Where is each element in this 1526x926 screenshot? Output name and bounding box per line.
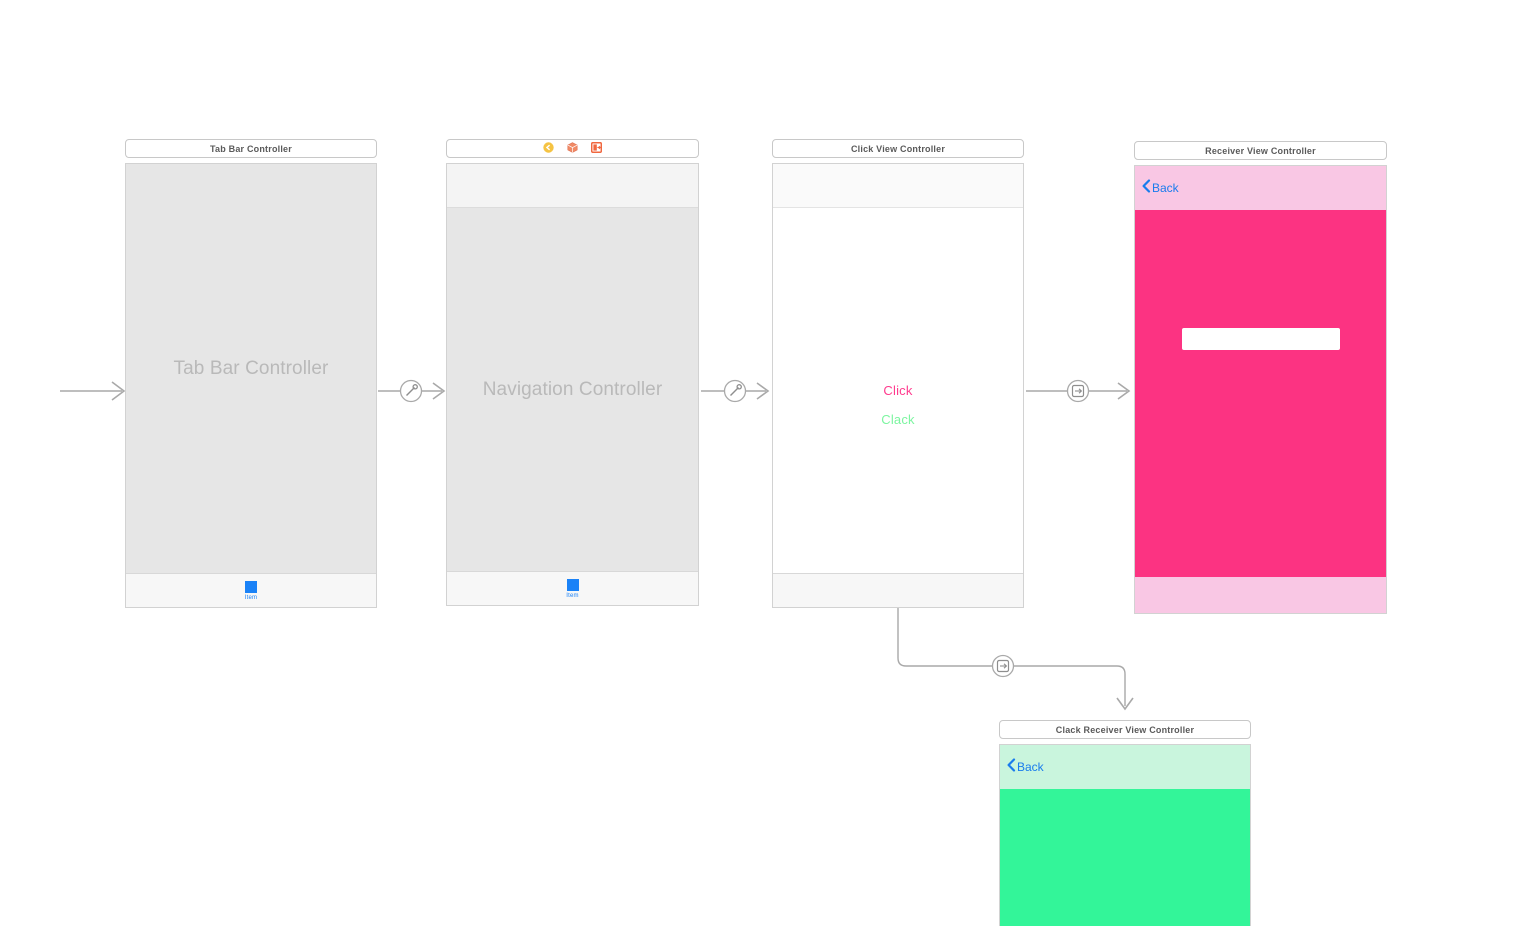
receiver-text-field[interactable]: [1182, 328, 1340, 350]
view-controller-icon[interactable]: [543, 140, 554, 158]
relationship-segue-nav-to-click[interactable]: [701, 378, 775, 404]
first-responder-icon[interactable]: [567, 140, 578, 158]
receiver-bottom-bar: [1135, 577, 1386, 613]
tab-item-icon: [566, 578, 579, 591]
relationship-segue-tabbar-to-nav[interactable]: [378, 378, 450, 404]
navigation-bar-placeholder: [447, 164, 698, 208]
click-label[interactable]: Click: [883, 383, 912, 398]
scene-tab-bar-controller[interactable]: Tab Bar Controller Tab Bar Controller It…: [125, 139, 377, 608]
back-button-label: Back: [1152, 181, 1179, 195]
scene-body-clack-receiver-view-controller[interactable]: Back: [999, 744, 1251, 926]
receiver-view-controller-content: [1135, 210, 1386, 577]
chevron-left-icon: [1007, 758, 1016, 775]
scene-title-clack-receiver-view-controller[interactable]: Clack Receiver View Controller: [999, 720, 1251, 739]
show-segue-click-to-receiver[interactable]: [1026, 378, 1136, 404]
scene-clack-receiver-view-controller[interactable]: Clack Receiver View Controller Back: [999, 720, 1251, 926]
back-button-receiver[interactable]: Back: [1142, 179, 1179, 197]
back-button-clack-receiver[interactable]: Back: [1007, 758, 1044, 776]
scene-navigation-controller[interactable]: Navigation Controller Item: [446, 139, 699, 606]
tab-item-icon: [245, 580, 257, 593]
tab-bar-controller-content: Tab Bar Controller: [126, 164, 376, 573]
initial-entry-point-arrow[interactable]: [60, 378, 130, 404]
click-view-controller-content: Click Clack: [773, 208, 1023, 573]
tab-item-label: Item: [566, 592, 579, 599]
click-navigation-bar: [773, 164, 1023, 208]
tab-bar[interactable]: Item: [126, 573, 376, 607]
click-bottom-bar: [773, 573, 1023, 607]
show-segue-click-to-clack-receiver[interactable]: [888, 600, 1148, 720]
scene-title-tab-bar-controller[interactable]: Tab Bar Controller: [125, 139, 377, 158]
scene-title-click-view-controller[interactable]: Click View Controller: [772, 139, 1024, 158]
tab-bar-controller-placeholder-label: Tab Bar Controller: [173, 357, 329, 379]
scene-title-receiver-view-controller[interactable]: Receiver View Controller: [1134, 141, 1387, 160]
scene-body-tab-bar-controller[interactable]: Tab Bar Controller Item: [125, 163, 377, 608]
clack-label[interactable]: Clack: [881, 412, 915, 427]
scene-dock-navigation-controller[interactable]: [446, 139, 699, 158]
tab-item-label: Item: [244, 594, 258, 601]
scene-body-navigation-controller[interactable]: Navigation Controller Item: [446, 163, 699, 606]
scene-receiver-view-controller[interactable]: Receiver View Controller Back: [1134, 141, 1387, 614]
scene-body-click-view-controller[interactable]: Click Clack: [772, 163, 1024, 608]
chevron-left-icon: [1142, 179, 1151, 196]
receiver-navigation-bar: Back: [1135, 166, 1386, 210]
navigation-controller-placeholder-label: Navigation Controller: [482, 378, 663, 400]
back-button-label: Back: [1017, 760, 1044, 774]
storyboard-canvas: Tab Bar Controller Tab Bar Controller It…: [0, 0, 1526, 926]
exit-icon[interactable]: [590, 140, 603, 158]
scene-body-receiver-view-controller[interactable]: Back: [1134, 165, 1387, 614]
navigation-controller-content: Navigation Controller: [447, 208, 698, 571]
scene-click-view-controller[interactable]: Click View Controller Click Clack: [772, 139, 1024, 608]
clack-receiver-view-controller-content: [1000, 789, 1250, 926]
tab-bar[interactable]: Item: [447, 571, 698, 605]
clack-receiver-navigation-bar: Back: [1000, 745, 1250, 789]
